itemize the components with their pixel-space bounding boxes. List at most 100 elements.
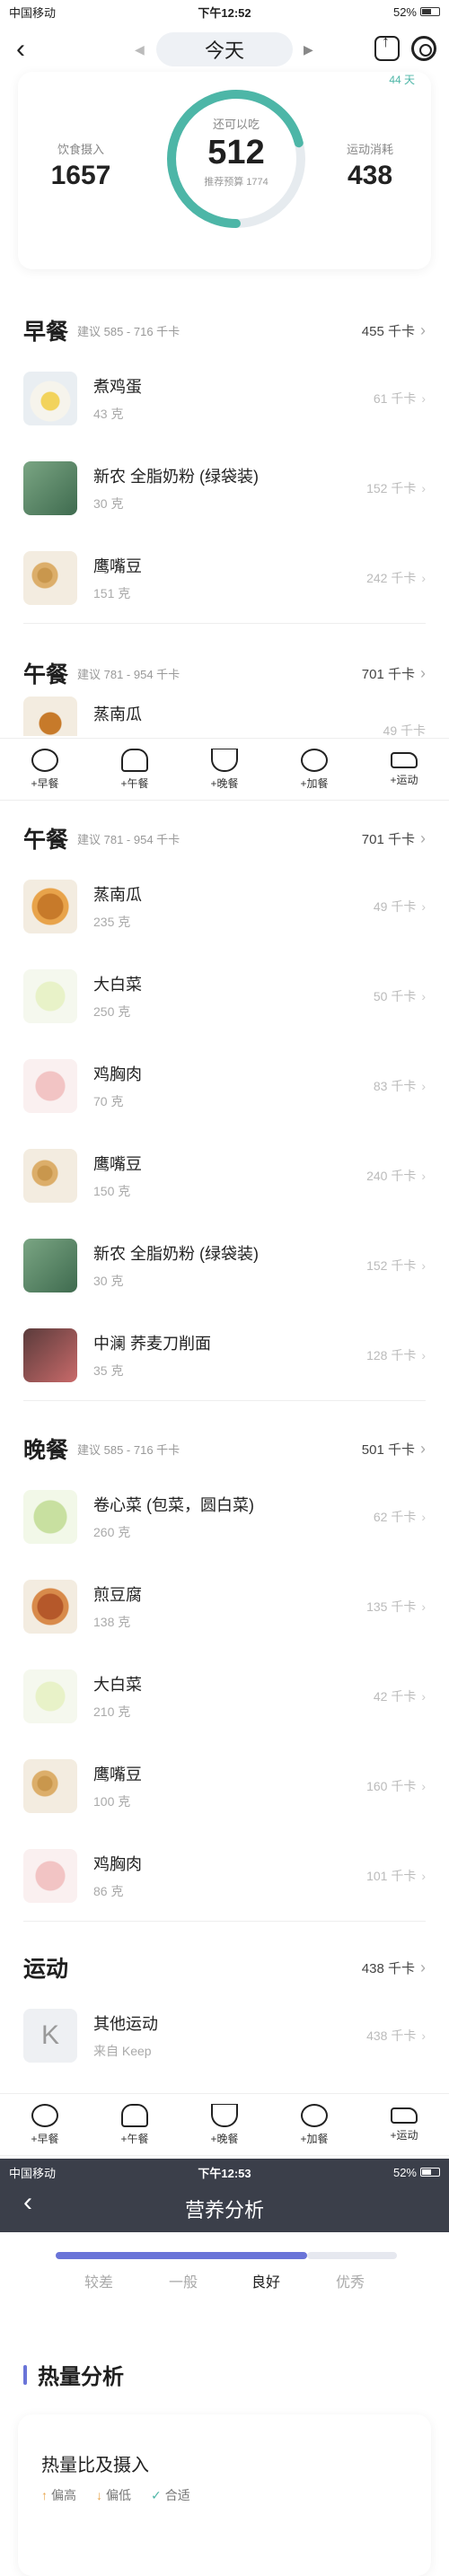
food-item[interactable]: 新农 全脂奶粉 (绿袋装) 30 克 152 千卡 › [0,1221,449,1310]
breakfast-header[interactable]: 早餐 建议 585 - 716 千卡 455 千卡 › [0,307,449,354]
chevron-right-icon: › [421,1258,426,1273]
chevron-right-icon: › [421,391,426,406]
add-lunch-tab[interactable]: +午餐 [90,739,180,800]
food-item[interactable]: 煎豆腐 138 克 135 千卡 › [0,1562,449,1652]
food-thumbnail [23,1669,77,1723]
apple-icon [301,2103,328,2127]
lunch-peek-header[interactable]: 午餐 建议 781 - 954 千卡 701 千卡 › [0,650,449,697]
food-thumbnail [23,1328,77,1382]
add-snack-tab[interactable]: +加餐 [269,2094,359,2155]
chevron-right-icon: › [420,320,426,339]
food-item[interactable]: 煮鸡蛋 43 克 61 千卡 › [0,354,449,443]
sun-icon [31,2103,58,2127]
rating-label: 较差 [84,2275,113,2291]
food-thumbnail [23,551,77,605]
clock: 下午12:53 [198,2166,251,2180]
prev-day-icon[interactable]: ◀ [135,42,145,57]
rating-label: 优秀 [335,2275,365,2291]
lunch-peek-section: 午餐 建议 781 - 954 千卡 701 千卡 › 蒸南瓜 49 千卡 [0,650,449,736]
food-item[interactable]: 卷心菜 (包菜，圆白菜) 260 克 62 千卡 › [0,1472,449,1562]
chevron-right-icon: › [421,1079,426,1093]
next-day-icon[interactable]: ▶ [304,42,313,57]
calorie-summary-card: 44 天 饮食摄入 1657 还可以吃 512 推荐预算 1774 运动消耗 4… [18,72,431,269]
food-item[interactable]: 鸡胸肉 86 克 101 千卡 › [0,1831,449,1921]
food-item[interactable]: 中澜 荞麦刀削面 35 克 128 千卡 › [0,1310,449,1400]
add-dinner-tab[interactable]: +晚餐 [180,2094,269,2155]
chevron-right-icon: › [421,1779,426,1793]
heat-analysis-title: 热量分析 [23,2359,124,2390]
food-thumbnail [23,461,77,515]
share-icon[interactable] [374,32,400,61]
add-snack-tab[interactable]: +加餐 [269,739,359,800]
divider [23,623,426,624]
status-bar: 中国移动 下午12:52 52% [0,2,449,22]
food-item[interactable]: 蒸南瓜 49 千卡 [0,697,449,736]
shoe-icon [391,751,418,768]
food-thumbnail [23,969,77,1023]
food-item[interactable]: 鸡胸肉 70 克 83 千卡 › [0,1041,449,1131]
remaining-display: 还可以吃 512 推荐预算 1774 [204,118,269,188]
add-exercise-tab[interactable]: +运动 [359,739,449,800]
exercise-section: 运动 438 千卡 › K 其他运动 来自 Keep 438 千卡 › [0,1944,449,2081]
exercise-header[interactable]: 运动 438 千卡 › [0,1944,449,1991]
food-thumbnail [23,372,77,425]
chevron-right-icon: › [421,571,426,585]
keep-logo-icon: K [23,2009,77,2063]
status-bar: 中国移动 下午12:53 52% [0,2162,449,2182]
chevron-right-icon: › [421,1599,426,1614]
add-dinner-tab[interactable]: +晚餐 [180,739,269,800]
chevron-right-icon: › [420,1958,426,1976]
chevron-right-icon: › [420,663,426,682]
food-item[interactable]: 鹰嘴豆 150 克 240 千卡 › [0,1131,449,1221]
add-lunch-tab[interactable]: +午餐 [90,2094,180,2155]
diet-rating: 较差 一般 良好 优秀 [0,2232,449,2304]
apple-icon [301,748,328,772]
rating-label: 一般 [168,2275,198,2291]
check-icon: ✓ [151,2488,162,2502]
add-breakfast-tab[interactable]: +早餐 [0,739,90,800]
streak-badge: 44 天 [389,74,415,86]
add-meal-bar: +早餐 +午餐 +晚餐 +加餐 +运动 [0,738,449,801]
rating-bar-empty [307,2252,397,2259]
date-selector[interactable]: 今天 [156,32,293,66]
food-thumbnail [23,697,77,736]
food-item[interactable]: 大白菜 210 克 42 千卡 › [0,1652,449,1741]
burn-stat: 运动消耗 438 [346,143,393,190]
food-item[interactable]: 鹰嘴豆 100 克 160 千卡 › [0,1741,449,1831]
chevron-right-icon: › [421,1348,426,1362]
dinner-header[interactable]: 晚餐 建议 585 - 716 千卡 501 千卡 › [0,1425,449,1472]
rating-label-selected: 良好 [251,2275,280,2291]
food-thumbnail [23,1849,77,1903]
breakfast-section: 早餐 建议 585 - 716 千卡 455 千卡 › 煮鸡蛋 43 克 61 千… [0,307,449,624]
rating-bar-filled [56,2252,307,2259]
food-thumbnail [23,1759,77,1813]
chevron-right-icon: › [420,828,426,847]
shoe-icon [391,2107,418,2124]
divider [23,1400,426,1401]
burger-icon [121,748,148,772]
battery-icon [420,7,440,16]
food-item[interactable]: 新农 全脂奶粉 (绿袋装) 30 克 152 千卡 › [0,443,449,533]
back-icon[interactable]: ‹ [16,34,25,65]
add-exercise-tab[interactable]: +运动 [359,2094,449,2155]
food-thumbnail [23,1239,77,1292]
nutrition-nav-bar: 中国移动 下午12:53 52% ‹ 营养分析 [0,2159,449,2232]
bowl-icon [211,2103,238,2127]
exercise-item[interactable]: K 其他运动 来自 Keep 438 千卡 › [0,1991,449,2081]
divider [23,1921,426,1922]
clock: 下午12:52 [198,5,251,20]
add-breakfast-tab[interactable]: +早餐 [0,2094,90,2155]
battery-icon [420,2168,440,2177]
food-item[interactable]: 蒸南瓜 235 克 49 千卡 › [0,862,449,951]
heat-ratio-card: 热量比及摄入 ↑ 偏高 ↓ 偏低 ✓ 合适 [18,2414,431,2576]
chevron-right-icon: › [421,1169,426,1183]
chevron-right-icon: › [421,989,426,1003]
lunch-header[interactable]: 午餐 建议 781 - 954 千卡 701 千卡 › [0,815,449,862]
food-item[interactable]: 大白菜 250 克 50 千卡 › [0,951,449,1041]
food-item[interactable]: 鹰嘴豆 151 克 242 千卡 › [0,533,449,623]
settings-icon[interactable] [411,36,436,61]
chevron-right-icon: › [421,1869,426,1883]
dinner-section: 晚餐 建议 585 - 716 千卡 501 千卡 › 卷心菜 (包菜，圆白菜)… [0,1425,449,1922]
food-thumbnail [23,880,77,933]
lunch-section: 午餐 建议 781 - 954 千卡 701 千卡 › 蒸南瓜 235 克 49 … [0,815,449,1401]
